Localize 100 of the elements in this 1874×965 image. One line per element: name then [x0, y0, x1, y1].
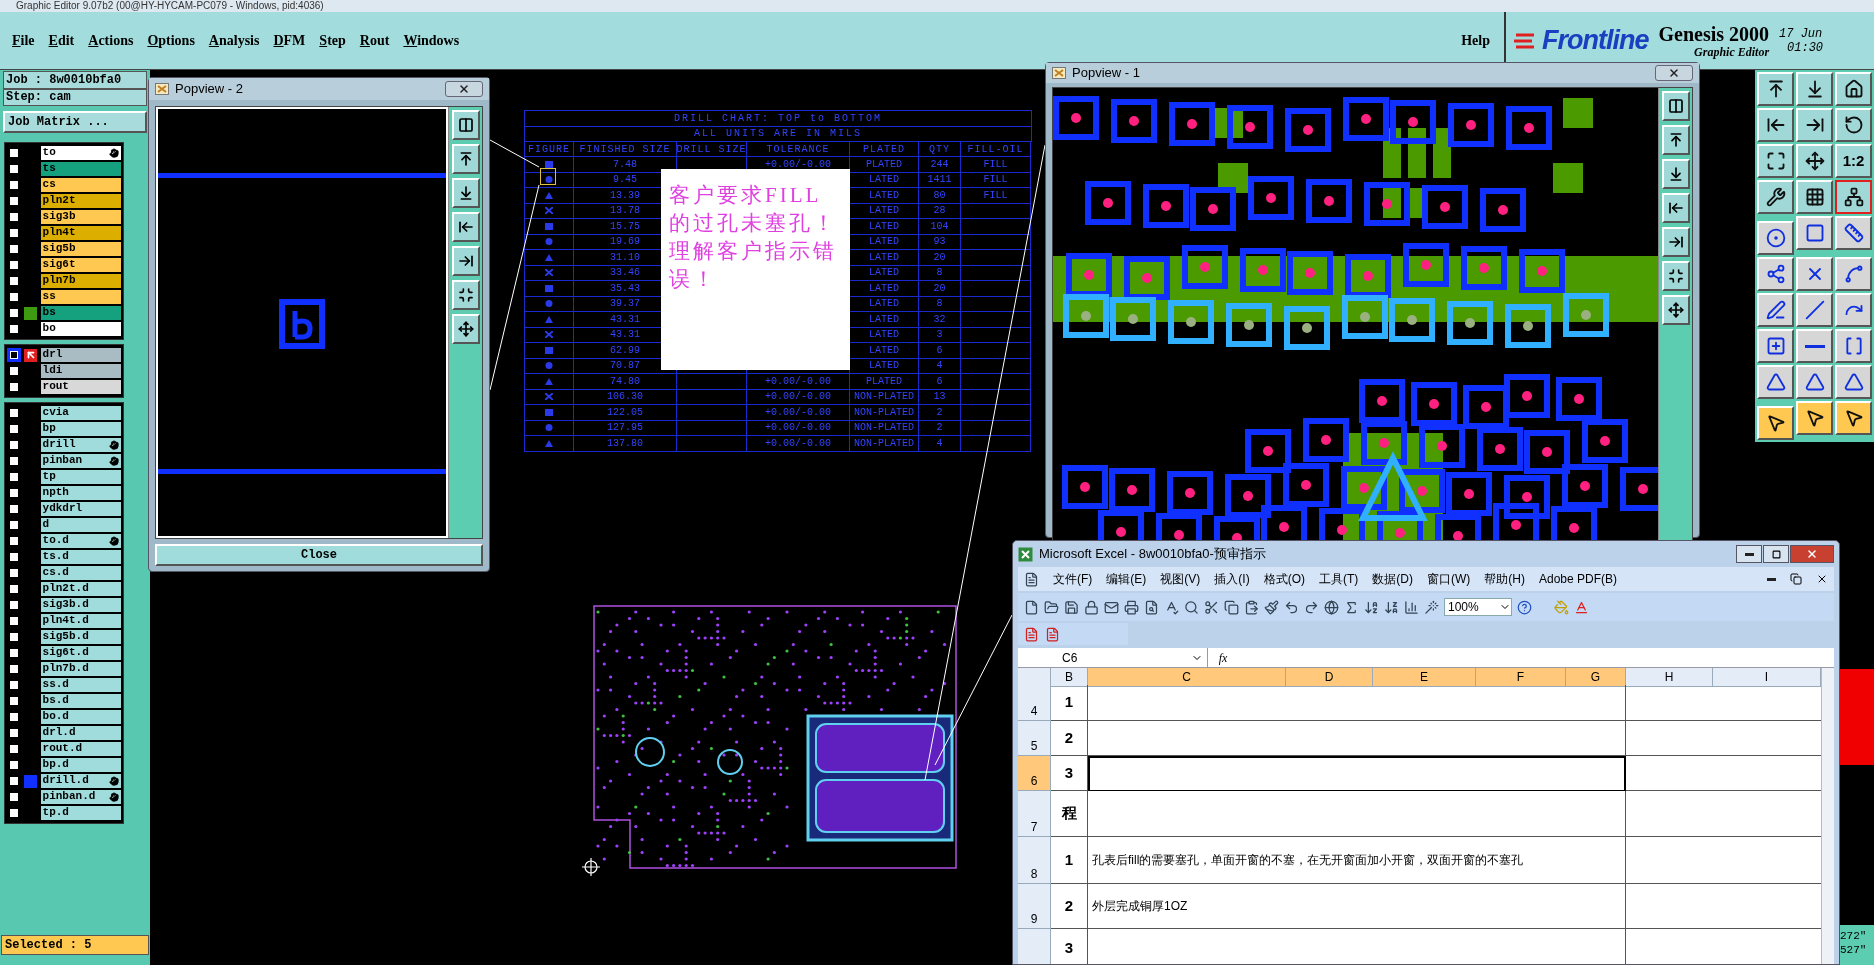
menu-item[interactable]: 窗口(W)	[1427, 570, 1471, 588]
menu-item[interactable]: 工具(T)	[1319, 570, 1359, 588]
search-icon[interactable]	[1184, 599, 1199, 615]
layer-button[interactable]: bp.d	[40, 757, 121, 773]
close-button[interactable]	[445, 81, 483, 97]
layer-button[interactable]: ss	[40, 289, 121, 305]
mail-icon[interactable]	[1104, 599, 1119, 615]
layer-checkbox[interactable]	[7, 774, 21, 788]
layer-checkbox[interactable]	[7, 364, 21, 378]
layer-button[interactable]: drill	[40, 437, 121, 453]
layer-button[interactable]: ts.d	[40, 549, 121, 565]
toolbar-button[interactable]	[1661, 90, 1690, 121]
pdf-icon[interactable]	[1045, 626, 1060, 642]
layer-button[interactable]: pinban.d	[40, 789, 121, 805]
tool-button[interactable]	[1835, 180, 1872, 214]
layer-checkbox[interactable]	[7, 758, 21, 772]
cut-icon[interactable]	[1204, 599, 1219, 615]
close-button[interactable]	[1655, 64, 1693, 81]
layer-button[interactable]: bs.d	[40, 693, 121, 709]
layer-button[interactable]: to.d	[40, 533, 121, 549]
menu-item[interactable]: Options	[147, 30, 195, 51]
sort-ascending-icon[interactable]	[1364, 599, 1379, 615]
toolbar-button[interactable]	[1661, 294, 1690, 325]
row-header[interactable]: 8	[1018, 837, 1051, 884]
toolbar-button[interactable]	[1661, 260, 1690, 291]
layer-checkbox[interactable]	[7, 630, 21, 644]
layer-checkbox[interactable]	[7, 710, 21, 724]
column-header[interactable]: G	[1566, 668, 1626, 687]
menu-item[interactable]: 视图(V)	[1160, 570, 1201, 588]
brush-icon[interactable]	[1264, 599, 1279, 615]
fill-color-icon[interactable]	[1554, 599, 1569, 615]
layer-checkbox[interactable]	[7, 790, 21, 804]
toolbar-button[interactable]	[1661, 158, 1690, 189]
layer-button[interactable]: bo.d	[40, 709, 121, 725]
layer-checkbox[interactable]	[7, 146, 21, 160]
layer-checkbox[interactable]	[7, 406, 21, 420]
menu-item[interactable]: Rout	[359, 30, 390, 51]
layer-checkbox[interactable]	[7, 726, 21, 740]
menu-item[interactable]: Adobe PDF(B)	[1539, 570, 1617, 588]
menu-item[interactable]: Edit	[48, 30, 75, 51]
wand-icon[interactable]	[1424, 599, 1439, 615]
name-box[interactable]: C6	[1018, 648, 1208, 667]
layer-button[interactable]: rout.d	[40, 741, 121, 757]
layer-checkbox[interactable]	[7, 258, 21, 272]
layer-button[interactable]: sig5b.d	[40, 629, 121, 645]
column-header[interactable]: F	[1476, 668, 1566, 687]
menu-item[interactable]: Actions	[88, 30, 134, 51]
close-button[interactable]	[1790, 545, 1834, 563]
toolbar-button[interactable]	[1661, 192, 1690, 223]
layer-checkbox[interactable]	[7, 598, 21, 612]
layer-button[interactable]: pln2t	[40, 193, 121, 209]
column-header[interactable]: H	[1626, 668, 1713, 687]
layer-checkbox[interactable]	[7, 322, 21, 336]
layer-button[interactable]: pln7b.d	[40, 661, 121, 677]
toolbar-button[interactable]	[451, 314, 480, 344]
column-header[interactable]: D	[1286, 668, 1373, 687]
layer-button[interactable]: pln2t.d	[40, 581, 121, 597]
layer-button[interactable]: cvia	[40, 405, 121, 421]
layer-checkbox[interactable]	[7, 438, 21, 452]
layer-checkbox[interactable]	[7, 678, 21, 692]
pdf-icon[interactable]	[1024, 626, 1039, 642]
layer-button[interactable]: bs	[40, 305, 121, 321]
menu-item[interactable]: File	[12, 30, 35, 51]
font-color-icon[interactable]	[1574, 599, 1589, 615]
layer-checkbox[interactable]	[7, 470, 21, 484]
copy-icon[interactable]	[1224, 599, 1239, 615]
layer-button[interactable]: drl	[40, 347, 121, 363]
layer-button[interactable]: tp.d	[40, 805, 121, 821]
menu-item[interactable]: DFM	[273, 30, 306, 51]
restore-icon[interactable]	[1790, 573, 1802, 585]
printer-icon[interactable]	[1124, 599, 1139, 615]
toolbar-button[interactable]	[451, 280, 480, 310]
toolbar-button[interactable]	[451, 110, 480, 140]
layer-checkbox[interactable]	[7, 162, 21, 176]
layer-checkbox[interactable]	[7, 742, 21, 756]
layer-button[interactable]: tp	[40, 469, 121, 485]
toolbar-button[interactable]	[451, 178, 480, 208]
layer-checkbox[interactable]	[7, 348, 21, 362]
job-matrix-button[interactable]: Job Matrix ...	[3, 111, 147, 133]
layer-button[interactable]: pln7b	[40, 273, 121, 289]
menu-item[interactable]: 数据(D)	[1372, 570, 1413, 588]
layer-checkbox[interactable]	[7, 518, 21, 532]
layer-button[interactable]: cs.d	[40, 565, 121, 581]
menu-item[interactable]: 插入(I)	[1214, 570, 1250, 588]
layer-button[interactable]: cs	[40, 177, 121, 193]
menu-item[interactable]: Windows	[403, 30, 460, 51]
layer-checkbox[interactable]	[7, 194, 21, 208]
layer-checkbox[interactable]	[7, 550, 21, 564]
layer-checkbox[interactable]	[7, 210, 21, 224]
layer-button[interactable]: drl.d	[40, 725, 121, 741]
close-button[interactable]: Close	[155, 544, 483, 566]
column-header[interactable]: E	[1373, 668, 1476, 687]
layer-button[interactable]: rout	[40, 379, 121, 395]
layer-button[interactable]: sig3b.d	[40, 597, 121, 613]
layer-button[interactable]: pinban	[40, 453, 121, 469]
row-header[interactable]: 7	[1018, 791, 1051, 837]
toolbar-button[interactable]	[1661, 124, 1690, 155]
bar-chart-icon[interactable]	[1404, 599, 1419, 615]
sort-descending-icon[interactable]	[1384, 599, 1399, 615]
menu-item[interactable]: 文件(F)	[1053, 570, 1093, 588]
